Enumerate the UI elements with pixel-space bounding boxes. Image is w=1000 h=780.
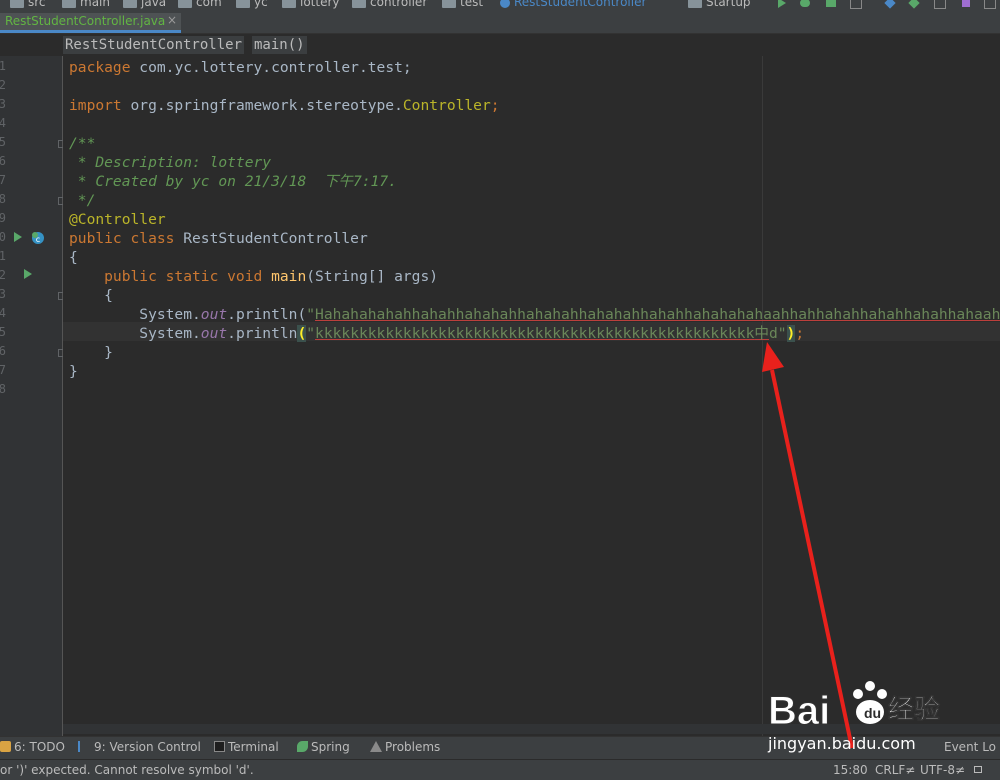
arrow-head — [762, 342, 784, 372]
watermark-url: jingyan.baidu.com — [768, 734, 916, 753]
svg-text:经验: 经验 — [888, 694, 940, 725]
svg-text:Bai: Bai — [768, 689, 830, 732]
svg-text:du: du — [864, 705, 881, 721]
baidu-watermark: Bai du 经验 jingyan.baidu.com — [768, 672, 948, 762]
baidu-logo: Bai du 经验 — [768, 681, 940, 734]
annotation-arrow — [762, 342, 854, 749]
